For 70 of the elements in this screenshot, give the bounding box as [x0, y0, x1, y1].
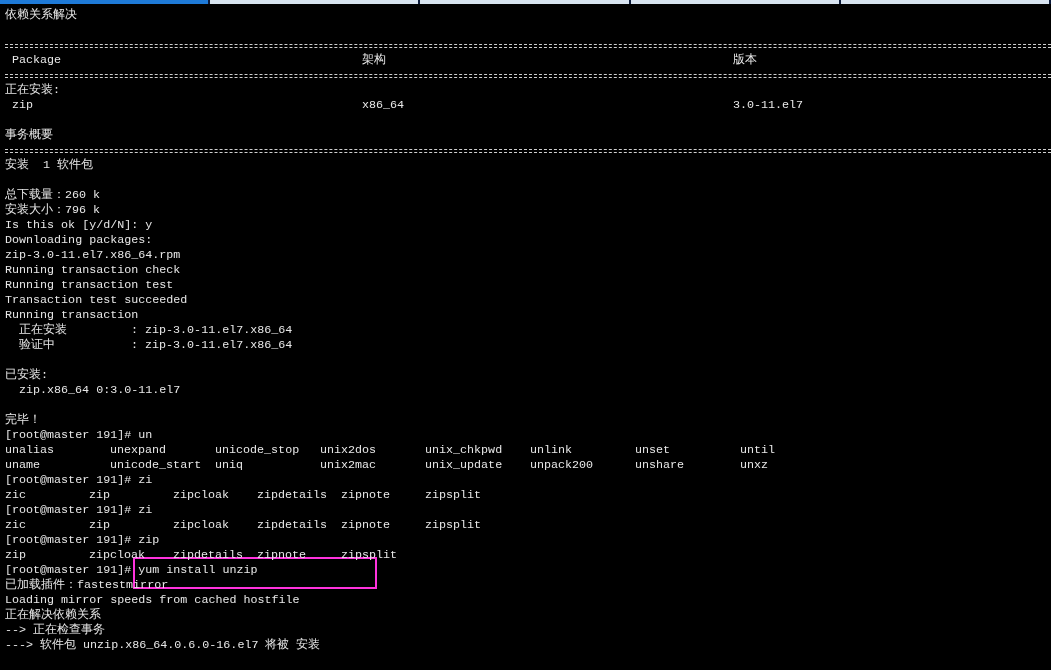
terminal-line: Running transaction [5, 308, 139, 323]
completion-item: zip [5, 548, 27, 562]
completion-item: zipnote [341, 488, 391, 502]
completion-item: unicode_start [110, 458, 202, 472]
tab[interactable] [840, 0, 1049, 4]
table-cell: 架构 [362, 53, 386, 67]
terminal-line: Downloading packages: [5, 233, 153, 248]
completion-item: unalias [5, 443, 55, 457]
completion-item: zic [5, 518, 27, 532]
completion-item: unxz [740, 458, 769, 472]
completion-item: zipdetails [257, 488, 328, 502]
tab[interactable] [210, 0, 419, 4]
terminal-line: Running transaction test [5, 278, 174, 293]
completion-item: zipnote [341, 518, 391, 532]
completion-item: uname [5, 458, 41, 472]
terminal-line: --> 正在检查事务 [5, 623, 106, 638]
table-cell: 版本 [733, 53, 757, 67]
terminal-line: 正在安装: [5, 83, 60, 98]
completion-item: unix_chkpwd [425, 443, 503, 457]
terminal-line: [root@master 191]# un [5, 428, 153, 443]
step-text: 正在安装 [19, 323, 67, 337]
completion-item: zipcloak [173, 488, 230, 502]
completion-item: unshare [635, 458, 685, 472]
tab[interactable] [630, 0, 839, 4]
completion-item: uniq [215, 458, 244, 472]
terminal-line: 正在解决依赖关系 [5, 608, 101, 623]
table-cell: zip [12, 98, 34, 112]
terminal-line: zip.x86_64 0:3.0-11.el7 [19, 383, 181, 398]
completion-item: zipcloak [89, 548, 146, 562]
terminal-line: ---> 软件包 unzip.x86_64.0.6.0-16.el7 将被 安装 [5, 638, 321, 653]
completion-item: unicode_stop [215, 443, 300, 457]
completion-item: zip [89, 488, 111, 502]
terminal-line: 安装大小：796 k [5, 203, 101, 218]
terminal-line: 事务概要 [5, 128, 53, 143]
completion-item: unpack200 [530, 458, 594, 472]
completion-item: zipdetails [257, 518, 328, 532]
completion-item: zipsplit [425, 488, 482, 502]
terminal-line: 完毕！ [5, 413, 41, 428]
terminal-line: 总下载量：260 k [5, 188, 101, 203]
completion-item: unix2mac [320, 458, 377, 472]
terminal-line: Running transaction check [5, 263, 181, 278]
terminal-line: Loading mirror speeds from cached hostfile [5, 593, 300, 608]
completion-item: unix2dos [320, 443, 377, 457]
completion-item: zic [5, 488, 27, 502]
terminal-line: zip-3.0-11.el7.x86_64.rpm [5, 248, 181, 263]
completion-item: zipcloak [173, 518, 230, 532]
completion-item: until [740, 443, 776, 457]
table-cell: Package [12, 53, 62, 67]
completion-item: zipsplit [425, 518, 482, 532]
step-text: 验证中 [19, 338, 55, 352]
completion-item: unset [635, 443, 671, 457]
completion-item: unix_update [425, 458, 503, 472]
completion-item: unlink [530, 443, 573, 457]
step-text: : zip-3.0-11.el7.x86_64 [131, 323, 293, 337]
terminal-line: Transaction test succeeded [5, 293, 188, 308]
table-cell: 3.0-11.el7 [733, 98, 804, 112]
tab[interactable] [0, 0, 209, 4]
terminal-line: [root@master 191]# yum install unzip [5, 563, 258, 578]
completion-item: unexpand [110, 443, 167, 457]
terminal-line: [root@master 191]# zip [5, 533, 160, 548]
terminal-line: Is this ok [y/d/N]: y [5, 218, 153, 233]
table-cell: x86_64 [362, 98, 405, 112]
tab[interactable] [420, 0, 629, 4]
terminal-line: 已安装: [5, 368, 48, 383]
step-text: : zip-3.0-11.el7.x86_64 [131, 338, 293, 352]
terminal-line: 安装 1 软件包 [5, 158, 94, 173]
terminal-line: [root@master 191]# zi [5, 503, 153, 518]
terminal-line: [root@master 191]# zi [5, 473, 153, 488]
terminal-line: 依赖关系解决 [5, 8, 77, 23]
completion-item: zip [89, 518, 111, 532]
